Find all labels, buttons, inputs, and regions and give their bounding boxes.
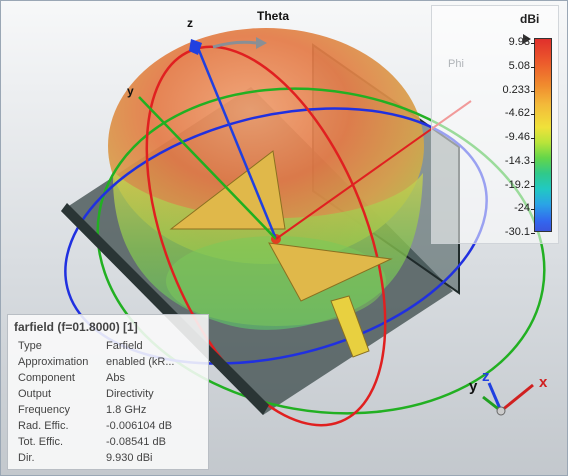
info-key: Approximation (18, 356, 89, 368)
info-value: -0.006104 dB (106, 420, 173, 432)
colorbar-tick-mark (531, 233, 535, 234)
info-value: 9.930 dBi (106, 452, 153, 464)
triad-x-label: x (539, 374, 548, 391)
colorbar-tick-label: 9.93 (508, 36, 530, 48)
colorbar-tick-label: -30.1 (504, 226, 530, 238)
colorbar-tick-mark (531, 114, 535, 116)
colorbar-tick-mark (531, 161, 535, 163)
3d-viewport[interactable]: z y Theta x y z dBi Phi 9.93 5.08 0.233 -4.… (0, 0, 568, 476)
info-value: enabled (kR... (106, 356, 175, 368)
colorbar-gradient (534, 38, 552, 232)
colorbar-panel: dBi Phi 9.93 5.08 0.233 -4.62 -9.46 -14.3 -19.… (431, 5, 559, 244)
colorbar-unit: dBi (520, 12, 540, 26)
theta-label: Theta (257, 9, 289, 23)
info-value: Farfield (106, 340, 143, 352)
info-row: Component Abs (18, 372, 206, 388)
info-row: Dir. 9.930 dBi (18, 452, 206, 468)
colorbar-tick-mark (531, 66, 535, 68)
info-title: farfield (f=01.8000) [1] (14, 320, 138, 334)
info-key: Dir. (18, 452, 35, 464)
info-row: Output Directivity (18, 388, 206, 404)
colorbar-tick-label: -14.3 (504, 154, 530, 167)
colorbar-tick-label: 5.08 (508, 59, 530, 72)
phi-label: Phi (448, 58, 464, 70)
info-row: Tot. Effic. -0.08541 dB (18, 436, 206, 452)
info-key: Tot. Effic. (18, 436, 64, 448)
colorbar-tick-mark (531, 185, 535, 187)
colorbar-tick-mark (531, 209, 535, 211)
triad-origin (496, 406, 506, 416)
colorbar-tick-label: -24 (514, 202, 530, 215)
orientation-triad: x y z (469, 368, 548, 416)
colorbar-tick-mark (531, 90, 535, 92)
triad-y-label: y (469, 378, 478, 395)
info-key: Frequency (18, 404, 70, 416)
info-row: Type Farfield (18, 340, 206, 356)
triad-z-label: z (482, 368, 490, 385)
info-value: 1.8 GHz (106, 404, 147, 416)
info-value: -0.08541 dB (106, 436, 166, 448)
info-value: Directivity (106, 388, 154, 400)
info-row: Frequency 1.8 GHz (18, 404, 206, 420)
triad-x-line (500, 383, 534, 413)
colorbar-tick-mark (531, 138, 535, 139)
info-row: Rad. Effic. -0.006104 dB (18, 420, 206, 436)
colorbar-tick-mark (531, 43, 535, 44)
colorbar-tick-label: 0.233 (502, 83, 530, 96)
colorbar-tick-label: -9.46 (504, 131, 530, 143)
y-axis-label: y (127, 84, 134, 98)
info-key: Output (18, 388, 52, 400)
info-key: Type (18, 340, 42, 352)
colorbar-tick-label: -19.2 (504, 178, 530, 191)
info-key: Rad. Effic. (18, 420, 69, 432)
info-row: Approximation enabled (kR... (18, 356, 206, 372)
colorbar-tick-label: -4.62 (504, 107, 530, 120)
z-axis-label: z (187, 16, 193, 30)
info-value: Abs (106, 372, 125, 384)
info-key: Component (18, 372, 75, 384)
farfield-info-panel: farfield (f=01.8000) [1] Type Farfield App… (7, 314, 209, 470)
